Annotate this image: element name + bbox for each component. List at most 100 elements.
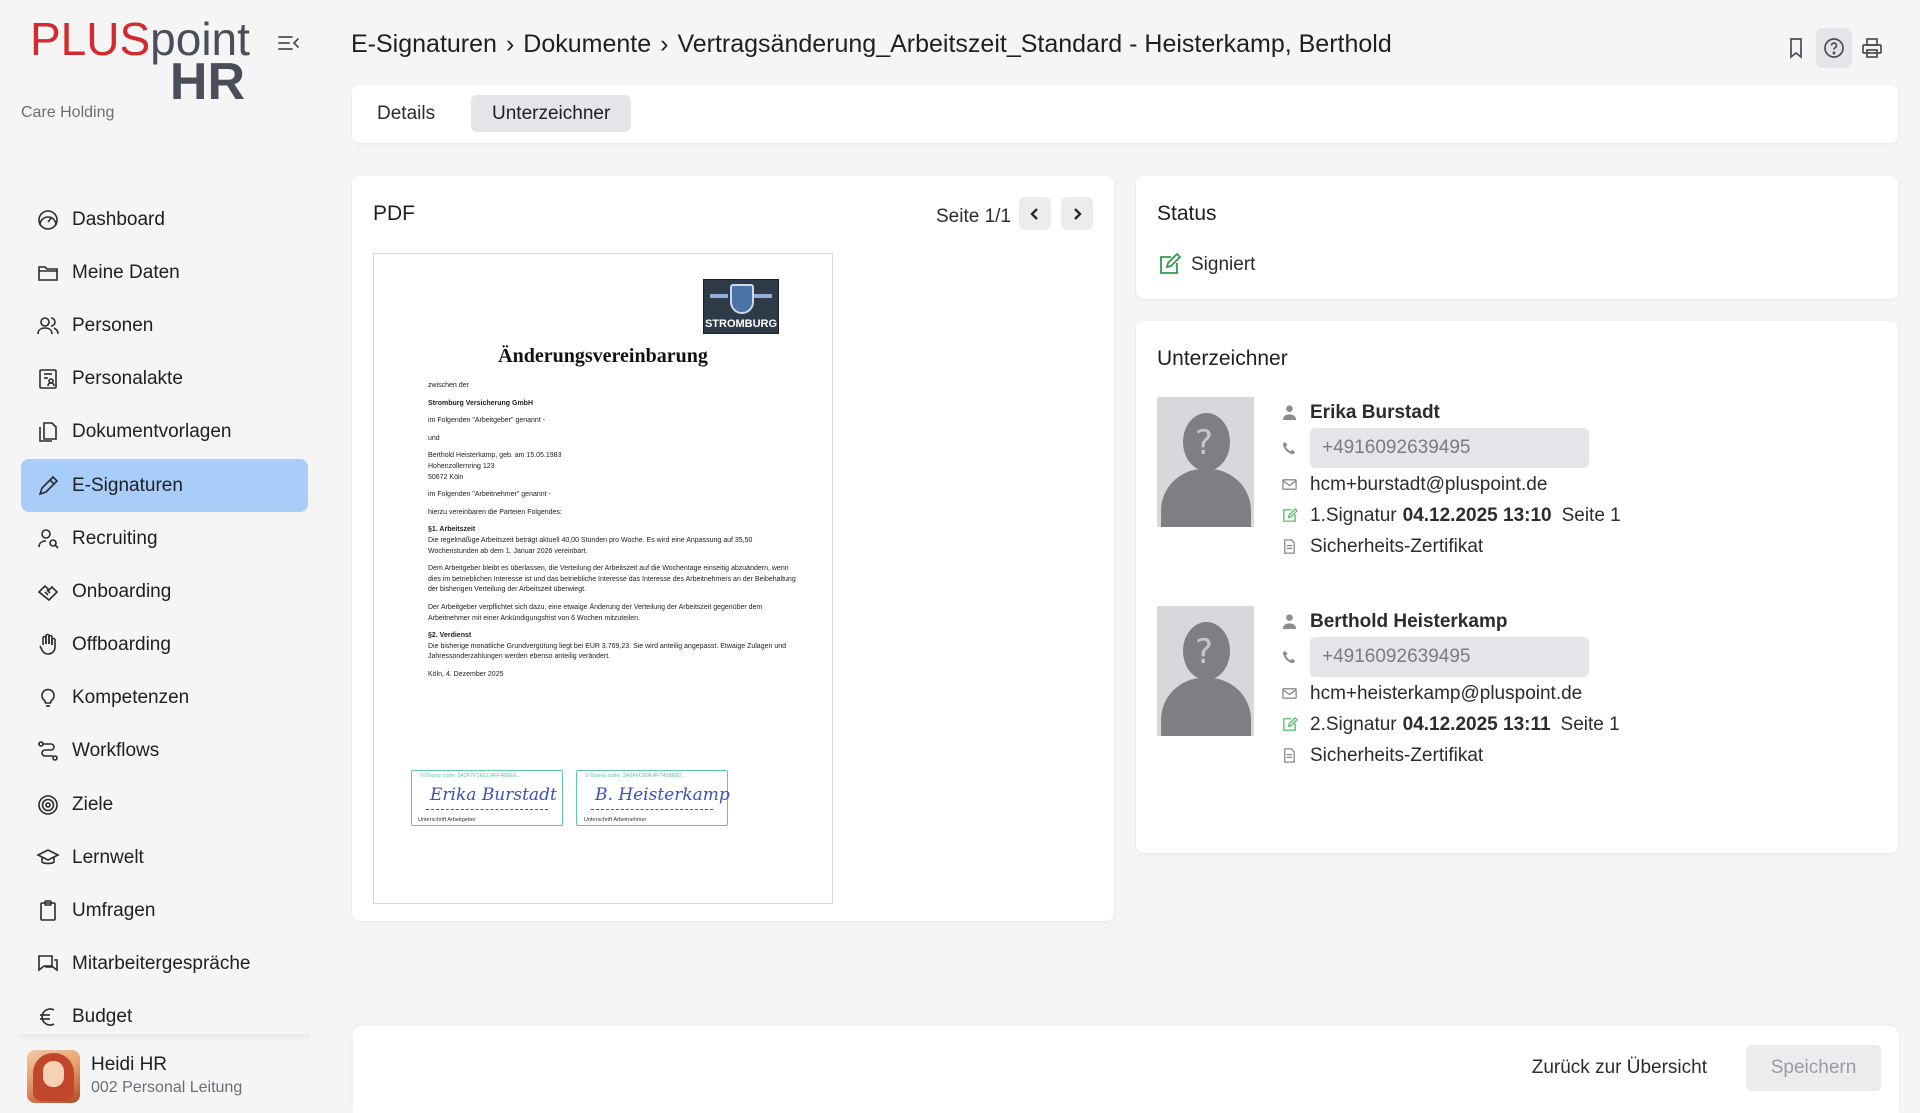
previous-page-button[interactable] (1019, 197, 1051, 230)
signer-certificate-row[interactable]: Sicherheits-Zertifikat (1280, 740, 1620, 771)
print-button[interactable] (1854, 28, 1890, 68)
document-spacer (428, 501, 798, 508)
document-line-bold: §1. Arbeitszeit (428, 526, 476, 534)
bookmark-button[interactable] (1778, 28, 1814, 68)
sidebar-item-mitarbeitergespraeche[interactable]: Mitarbeitergespräche (21, 938, 308, 991)
signature-line (591, 809, 713, 810)
signer-phone-row (1280, 428, 1621, 468)
sidebar-item-meine-daten[interactable]: Meine Daten (21, 246, 308, 299)
sidebar-item-lernwelt[interactable]: Lernwelt (21, 831, 308, 884)
folder-icon (35, 260, 61, 286)
sidebar-item-umfragen[interactable]: Umfragen (21, 884, 308, 937)
status-badge: Signiert (1157, 253, 1255, 277)
logo-hr: HR (169, 53, 245, 111)
sidebar-item-label: Dokumentvorlagen (72, 421, 232, 443)
status-value: Signiert (1191, 254, 1256, 275)
signer-phone-row (1280, 637, 1620, 677)
signers-card: Unterzeichner ? Erika Burstadt hcm+burst… (1136, 321, 1898, 853)
signer-name-row: Erika Burstadt (1280, 397, 1621, 428)
back-to-overview-button[interactable]: Zurück zur Übersicht (1532, 1057, 1707, 1079)
app-logo[interactable]: PLUSpoint HR (30, 13, 250, 111)
company-logo-text: STROMBURG (704, 318, 778, 330)
sidebar-item-label: E-Signaturen (72, 474, 183, 496)
document-spacer (428, 596, 798, 603)
document-icon (1280, 537, 1299, 556)
signer-name-row: Berthold Heisterkamp (1280, 606, 1620, 637)
sidebar-item-dokumentvorlagen[interactable]: Dokumentvorlagen (21, 406, 308, 459)
document-spacer (428, 483, 798, 490)
sidebar-item-personalakte[interactable]: Personalakte (21, 353, 308, 406)
collapse-sidebar-button[interactable] (276, 32, 302, 54)
help-button[interactable] (1816, 28, 1852, 68)
signature-label: 1.Signatur (1310, 504, 1397, 526)
document-icon (1280, 746, 1299, 765)
phone-icon (1280, 648, 1299, 667)
document-line: Köln, 4. Dezember 2025 (428, 670, 504, 678)
tab-bar: Details Unterzeichner (352, 85, 1898, 143)
signer-phone-field[interactable] (1310, 637, 1589, 677)
hand-icon (35, 632, 61, 658)
sidebar-item-label: Ziele (72, 793, 114, 815)
chevron-left-icon (1030, 207, 1038, 220)
pdf-page-preview[interactable]: STROMBURG Änderungsvereinbarung zwischen… (373, 253, 833, 904)
logo-plus: PLUS (30, 13, 151, 65)
file-person-icon (35, 366, 61, 392)
print-icon (1862, 38, 1882, 58)
document-line: Dem Arbeitgeber bleibt es überlassen, di… (428, 565, 796, 594)
breadcrumb-separator: › (660, 30, 669, 58)
signature-edit-icon (1280, 715, 1299, 734)
document-line: Stromburg Versicherung GmbH (428, 399, 798, 410)
document-line: Die bisherige monatliche Grundvergütung … (428, 642, 786, 661)
sidebar-item-personen[interactable]: Personen (21, 299, 308, 352)
certificate-link[interactable]: Sicherheits-Zertifikat (1310, 536, 1483, 558)
sidebar-item-recruiting[interactable]: Recruiting (21, 512, 308, 565)
document-spacer (428, 427, 798, 434)
bookmark-icon (1790, 38, 1802, 59)
signer-email: hcm+heisterkamp@pluspoint.de (1310, 682, 1583, 704)
tab-unterzeichner[interactable]: Unterzeichner (471, 95, 632, 132)
mail-icon (1280, 684, 1299, 703)
handwritten-signature: B. Heisterkamp (595, 785, 730, 805)
sidebar-item-label: Lernwelt (72, 846, 144, 868)
document-line: zwischen der (428, 382, 469, 389)
document-line: §1. Arbeitszeit (428, 525, 798, 536)
save-button[interactable]: Speichern (1746, 1045, 1881, 1091)
current-user[interactable]: Heidi HR 002 Personal Leitung (0, 1034, 330, 1113)
document-spacer (428, 663, 798, 670)
document-line: Die regelmäßige Arbeitszeit beträgt aktu… (428, 536, 753, 555)
tab-details[interactable]: Details (356, 95, 456, 132)
next-page-button[interactable] (1061, 197, 1093, 230)
euro-icon (35, 1004, 61, 1030)
document-line: Der Arbeitgeber verpflichtet sich dazu, … (428, 603, 763, 622)
signature-date: 04.12.2025 13:11 (1402, 713, 1551, 735)
signature-edit-icon (1280, 506, 1299, 525)
sidebar-item-onboarding[interactable]: Onboarding (21, 565, 308, 618)
logo-wing-right (754, 294, 772, 298)
document-body: zwischen der Stromburg Versicherung GmbH… (428, 381, 798, 680)
signature-page: Seite 1 (1561, 504, 1621, 526)
user-box-shadow (20, 1034, 310, 1042)
sidebar-item-ziele[interactable]: Ziele (21, 778, 308, 831)
breadcrumb-item-dokumente[interactable]: Dokumente (523, 30, 651, 59)
document-line-bold: Stromburg Versicherung GmbH (428, 399, 534, 407)
sidebar-item-label: Dashboard (72, 208, 165, 230)
certificate-link[interactable]: Sicherheits-Zertifikat (1310, 745, 1483, 767)
user-name: Heidi HR (91, 1054, 168, 1075)
people-icon (35, 313, 61, 339)
sidebar-item-offboarding[interactable]: Offboarding (21, 619, 308, 672)
document-spacer (428, 392, 798, 399)
signer-phone-field[interactable] (1310, 428, 1589, 468)
signer-name: Erika Burstadt (1310, 401, 1440, 423)
document-spacer (428, 557, 798, 564)
sidebar-item-kompetenzen[interactable]: Kompetenzen (21, 672, 308, 725)
sidebar-item-dashboard[interactable]: Dashboard (21, 193, 308, 246)
sidebar-item-e-signaturen[interactable]: E-Signaturen (21, 458, 308, 513)
sidebar-item-label: Recruiting (72, 527, 158, 549)
sidebar-item-label: Kompetenzen (72, 687, 190, 709)
signer-certificate-row[interactable]: Sicherheits-Zertifikat (1280, 531, 1621, 562)
breadcrumb-item-e-signaturen[interactable]: E-Signaturen (351, 30, 497, 59)
chevron-right-icon (1074, 207, 1082, 220)
handwritten-signature: Erika Burstadt (430, 785, 557, 805)
sidebar-item-label: Umfragen (72, 900, 156, 922)
sidebar-item-workflows[interactable]: Workflows (21, 725, 308, 778)
